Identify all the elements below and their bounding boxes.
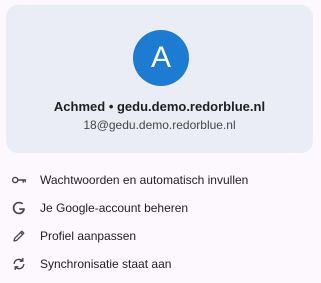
menu-item-edit-profile[interactable]: Profiel aanpassen — [0, 222, 321, 250]
profile-menu: Wachtwoorden en automatisch invullen Je … — [0, 166, 321, 278]
profile-email: 18@gedu.demo.redorblue.nl — [83, 118, 236, 132]
google-g-icon — [11, 200, 27, 216]
menu-item-label: Profiel aanpassen — [40, 229, 137, 243]
menu-item-google-account[interactable]: Je Google-account beheren — [0, 194, 321, 222]
sync-icon — [11, 256, 27, 272]
menu-item-label: Wachtwoorden en automatisch invullen — [40, 173, 249, 187]
menu-item-label: Je Google-account beheren — [40, 201, 189, 215]
avatar[interactable]: A — [133, 30, 189, 86]
key-icon — [11, 172, 27, 188]
profile-name: Achmed • gedu.demo.redorblue.nl — [53, 99, 266, 114]
menu-item-sync[interactable]: Synchronisatie staat aan — [0, 250, 321, 278]
menu-item-passwords[interactable]: Wachtwoorden en automatisch invullen — [0, 166, 321, 194]
menu-item-label: Synchronisatie staat aan — [40, 257, 172, 271]
pencil-icon — [11, 228, 27, 244]
profile-card: A Achmed • gedu.demo.redorblue.nl 18@ged… — [6, 5, 313, 153]
